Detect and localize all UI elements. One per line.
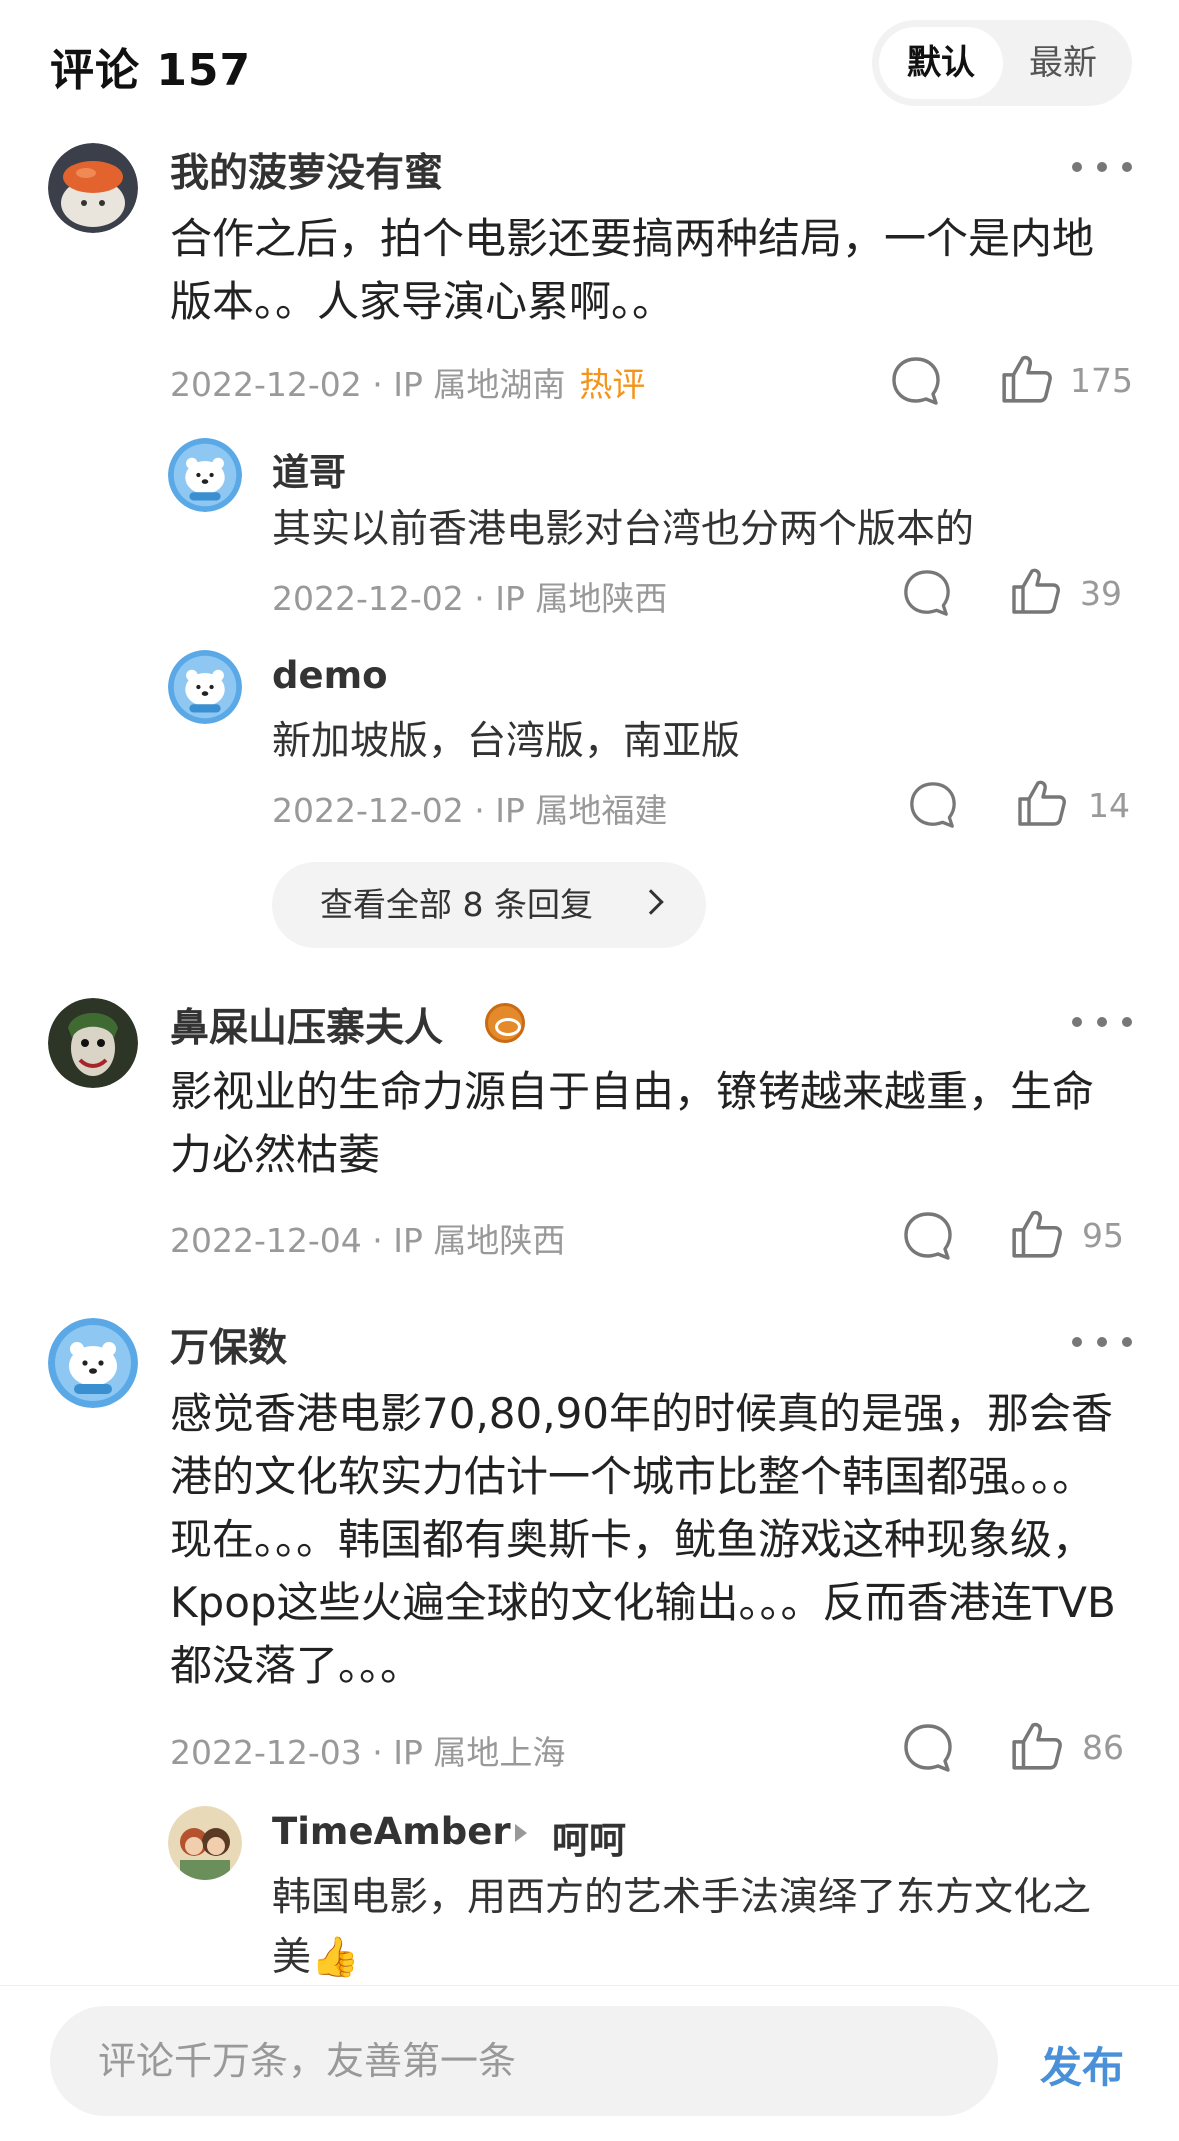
like-thumb-icon[interactable]: [1010, 1207, 1064, 1261]
username[interactable]: 道哥: [272, 442, 346, 496]
reply-text: 新加坡版，台湾版，南亚版: [272, 719, 741, 764]
avatar[interactable]: [168, 650, 242, 724]
username[interactable]: TimeAmber: [272, 1810, 511, 1853]
like-thumb-icon[interactable]: [1010, 1719, 1064, 1773]
more-options-icon[interactable]: [1072, 1007, 1132, 1037]
reply-text: 韩国电影，用西方的艺术手法演绎了东方文化之美👍: [272, 1875, 1092, 1980]
hot-comment-badge: 热评: [579, 365, 646, 404]
avatar[interactable]: [48, 1318, 138, 1408]
comment-meta: 2022-12-03 · IP 属地上海: [170, 1733, 566, 1772]
comment-text: 感觉香港电影70,80,90年的时候真的是强，那会香港的文化软实力估计一个城市比…: [170, 1389, 1116, 1690]
comment-text: 影视业的生命力源自于自由，镣铐越来越重，生命力必然枯萎: [170, 1067, 1095, 1179]
reply-bubble-icon[interactable]: [908, 780, 958, 830]
like-thumb-icon[interactable]: [1000, 352, 1054, 406]
avatar[interactable]: [168, 1806, 242, 1880]
comments-page: 评论 157 默认 最新 我的菠萝没有蜜 合作之后，拍个电影还要搞两种结局，一个…: [0, 0, 1179, 2141]
avatar[interactable]: [168, 438, 242, 512]
like-count: 14: [1088, 786, 1130, 825]
comment-meta: 2022-12-04 · IP 属地陕西: [170, 1221, 566, 1260]
comment-input[interactable]: [50, 2006, 998, 2116]
more-options-icon[interactable]: [1072, 1327, 1132, 1357]
more-options-icon[interactable]: [1072, 152, 1132, 182]
avatar[interactable]: [48, 998, 138, 1088]
reply-bubble-icon[interactable]: [890, 355, 942, 407]
comment-date-location: 2022-12-02 · IP 属地湖南: [170, 365, 566, 404]
view-all-replies-button[interactable]: 查看全部 8 条回复: [272, 862, 706, 948]
reply-bubble-icon[interactable]: [902, 1722, 954, 1774]
like-count: 86: [1082, 1728, 1124, 1767]
like-count: 95: [1082, 1216, 1124, 1255]
reply-target-username[interactable]: 呵呵: [552, 1810, 626, 1864]
avatar[interactable]: [48, 143, 138, 233]
comments-title: 评论 157: [50, 45, 252, 96]
sort-toggle: 默认 最新: [872, 20, 1132, 106]
publish-button[interactable]: 发布: [1040, 2034, 1124, 2095]
like-thumb-icon[interactable]: [1016, 777, 1068, 829]
reply-bubble-icon[interactable]: [902, 1210, 954, 1262]
comments-header: 评论 157 默认 最新: [0, 0, 1179, 130]
comment-meta: 2022-12-02 · IP 属地湖南 热评: [170, 358, 645, 406]
like-count: 39: [1080, 574, 1122, 613]
view-all-replies-label: 查看全部 8 条回复: [320, 885, 593, 924]
reply-bubble-icon[interactable]: [902, 568, 952, 618]
sort-default-tab[interactable]: 默认: [879, 27, 1003, 99]
eye-badge-icon: [485, 1003, 525, 1043]
username[interactable]: 万保数: [170, 1317, 287, 1373]
username[interactable]: 我的菠萝没有蜜: [170, 142, 443, 198]
username[interactable]: 鼻屎山压寨夫人: [170, 997, 443, 1053]
comment-input-bar: 发布: [0, 1985, 1179, 2141]
reply-arrow-icon: [515, 1824, 527, 1842]
username[interactable]: demo: [272, 654, 388, 697]
like-count: 175: [1070, 361, 1133, 400]
reply-text: 其实以前香港电影对台湾也分两个版本的: [272, 507, 975, 552]
chevron-right-icon: [638, 889, 664, 915]
comment-text: 合作之后，拍个电影还要搞两种结局，一个是内地版本。。人家导演心累啊。。: [170, 214, 1095, 326]
reply-meta: 2022-12-02 · IP 属地陕西: [272, 579, 668, 618]
reply-meta: 2022-12-02 · IP 属地福建: [272, 791, 668, 830]
like-thumb-icon[interactable]: [1010, 565, 1062, 617]
sort-latest-tab[interactable]: 最新: [1001, 27, 1125, 99]
